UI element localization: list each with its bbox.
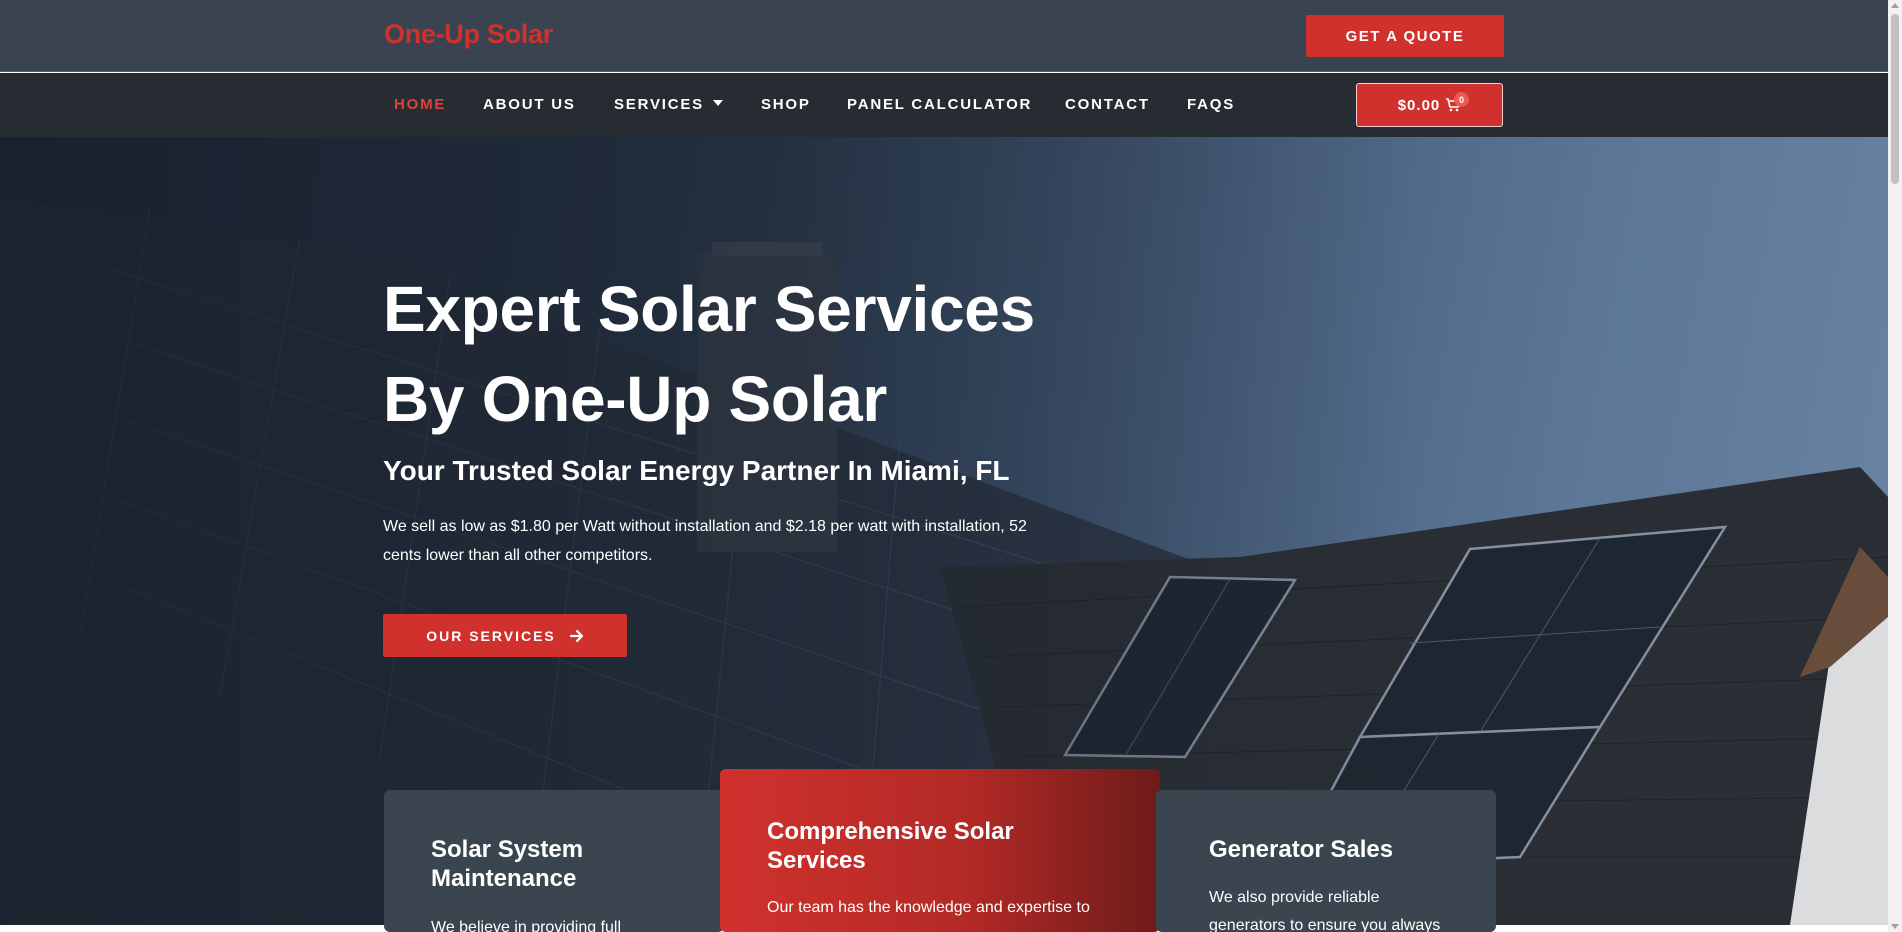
- cart-count-badge: 0: [1454, 92, 1469, 107]
- nav-item-about-us[interactable]: ABOUT US: [483, 96, 576, 113]
- nav-item-services[interactable]: SERVICES: [614, 96, 723, 113]
- get-a-quote-button[interactable]: GET A QUOTE: [1306, 15, 1504, 57]
- card-text: Our team has the knowledge and expertise…: [767, 899, 1090, 916]
- card-title: Solar System Maintenance: [431, 836, 584, 892]
- our-services-button[interactable]: OUR SERVICES: [383, 614, 627, 657]
- caret-down-icon: [713, 100, 723, 107]
- cart-button[interactable]: $0.00: [1356, 83, 1503, 127]
- hero-description: We sell as low as $1.80 per Watt without…: [383, 518, 1027, 564]
- nav-item-contact[interactable]: CONTACT: [1065, 96, 1150, 113]
- top-header: One-Up Solar GET A QUOTE: [0, 0, 1888, 72]
- nav-item-services-label: SERVICES: [614, 96, 704, 113]
- scroll-down-arrow-icon[interactable]: [1891, 924, 1899, 929]
- hero-title-line-1: Expert Solar Services: [383, 273, 1035, 345]
- hero-title: Expert Solar Services By One-Up Solar: [383, 264, 1083, 444]
- card-generator-sales[interactable]: Generator Sales We also provide reliable…: [1156, 790, 1496, 932]
- site-logo[interactable]: One-Up Solar: [384, 19, 553, 50]
- scrollbar-thumb[interactable]: [1891, 14, 1899, 184]
- nav-item-panel-calculator[interactable]: PANEL CALCULATOR: [847, 96, 1032, 113]
- main-navigation: HOME ABOUT US SERVICES SHOP PANEL CALCUL…: [0, 73, 1888, 137]
- nav-item-shop[interactable]: SHOP: [761, 96, 811, 113]
- card-title: Generator Sales: [1209, 836, 1394, 863]
- hero-title-line-2: By One-Up Solar: [383, 363, 888, 435]
- card-comprehensive-solar-services[interactable]: Comprehensive Solar Services Our team ha…: [720, 769, 1160, 932]
- arrow-right-icon: [569, 629, 583, 642]
- hero-subtitle: Your Trusted Solar Energy Partner In Mia…: [383, 455, 1010, 486]
- our-services-label: OUR SERVICES: [426, 627, 556, 644]
- cart-total: $0.00: [1397, 96, 1441, 114]
- nav-item-faqs[interactable]: FAQS: [1187, 96, 1235, 113]
- card-text: We believe in providing full: [431, 919, 622, 932]
- scroll-up-arrow-icon[interactable]: [1891, 3, 1899, 8]
- card-solar-system-maintenance[interactable]: Solar System Maintenance We believe in p…: [384, 790, 724, 932]
- nav-item-home[interactable]: HOME: [394, 96, 446, 113]
- card-title: Comprehensive Solar Services: [767, 818, 1014, 874]
- card-text: We also provide reliable generators to e…: [1209, 889, 1441, 932]
- page-scrollbar[interactable]: [1888, 0, 1902, 932]
